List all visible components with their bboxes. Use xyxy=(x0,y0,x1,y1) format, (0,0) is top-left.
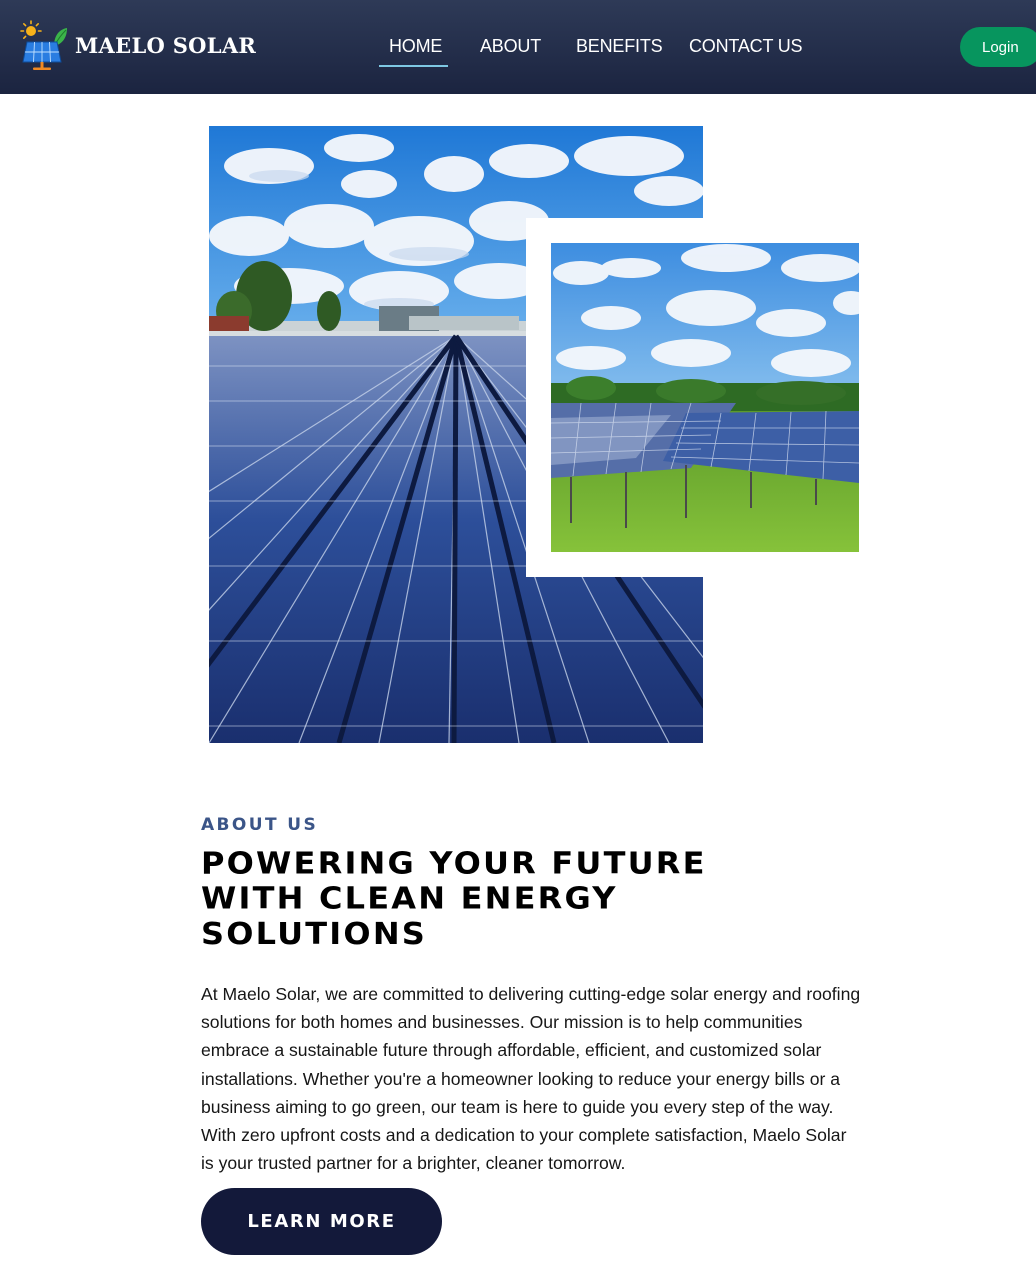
learn-more-button[interactable]: LEARN MORE xyxy=(201,1188,442,1255)
top-navbar: MAELO SOLAR HOME ABOUT BENEFITS CONTACT … xyxy=(0,0,1036,94)
nav-link-home[interactable]: HOME xyxy=(389,36,442,57)
login-button[interactable]: Login xyxy=(960,27,1036,67)
nav-link-contact-us[interactable]: CONTACT US xyxy=(689,36,803,57)
nav-link-about[interactable]: ABOUT xyxy=(480,36,541,57)
section-eyebrow: ABOUT US xyxy=(201,815,319,835)
about-description: At Maelo Solar, we are committed to deli… xyxy=(201,980,869,1177)
solar-panels-grass-photo xyxy=(551,243,859,552)
nav-active-indicator xyxy=(379,65,448,67)
headline-line: POWERING YOUR FUTURE xyxy=(201,845,707,882)
solar-panel-logo-icon[interactable] xyxy=(18,20,68,72)
nav-link-benefits[interactable]: BENEFITS xyxy=(576,36,663,57)
description-line: At Maelo Solar, we are committed to deli… xyxy=(201,984,861,1004)
headline-line: SOLUTIONS xyxy=(201,915,428,952)
description-line: embrace a sustainable future through aff… xyxy=(201,1040,822,1061)
description-line: is your trusted partner for a brighter, … xyxy=(201,1153,626,1174)
description-line: solutions for both homes and businesses.… xyxy=(201,1012,803,1033)
description-line: business aiming to go green, our team is… xyxy=(201,1096,834,1117)
description-line: installations. Whether you're a homeowne… xyxy=(201,1068,841,1089)
headline-line: WITH CLEAN ENERGY xyxy=(201,880,618,917)
description-line: With zero upfront costs and a dedication… xyxy=(201,1125,847,1146)
brand-name[interactable]: MAELO SOLAR xyxy=(75,33,256,58)
section-headline: POWERING YOUR FUTURE WITH CLEAN ENERGY S… xyxy=(201,846,841,951)
